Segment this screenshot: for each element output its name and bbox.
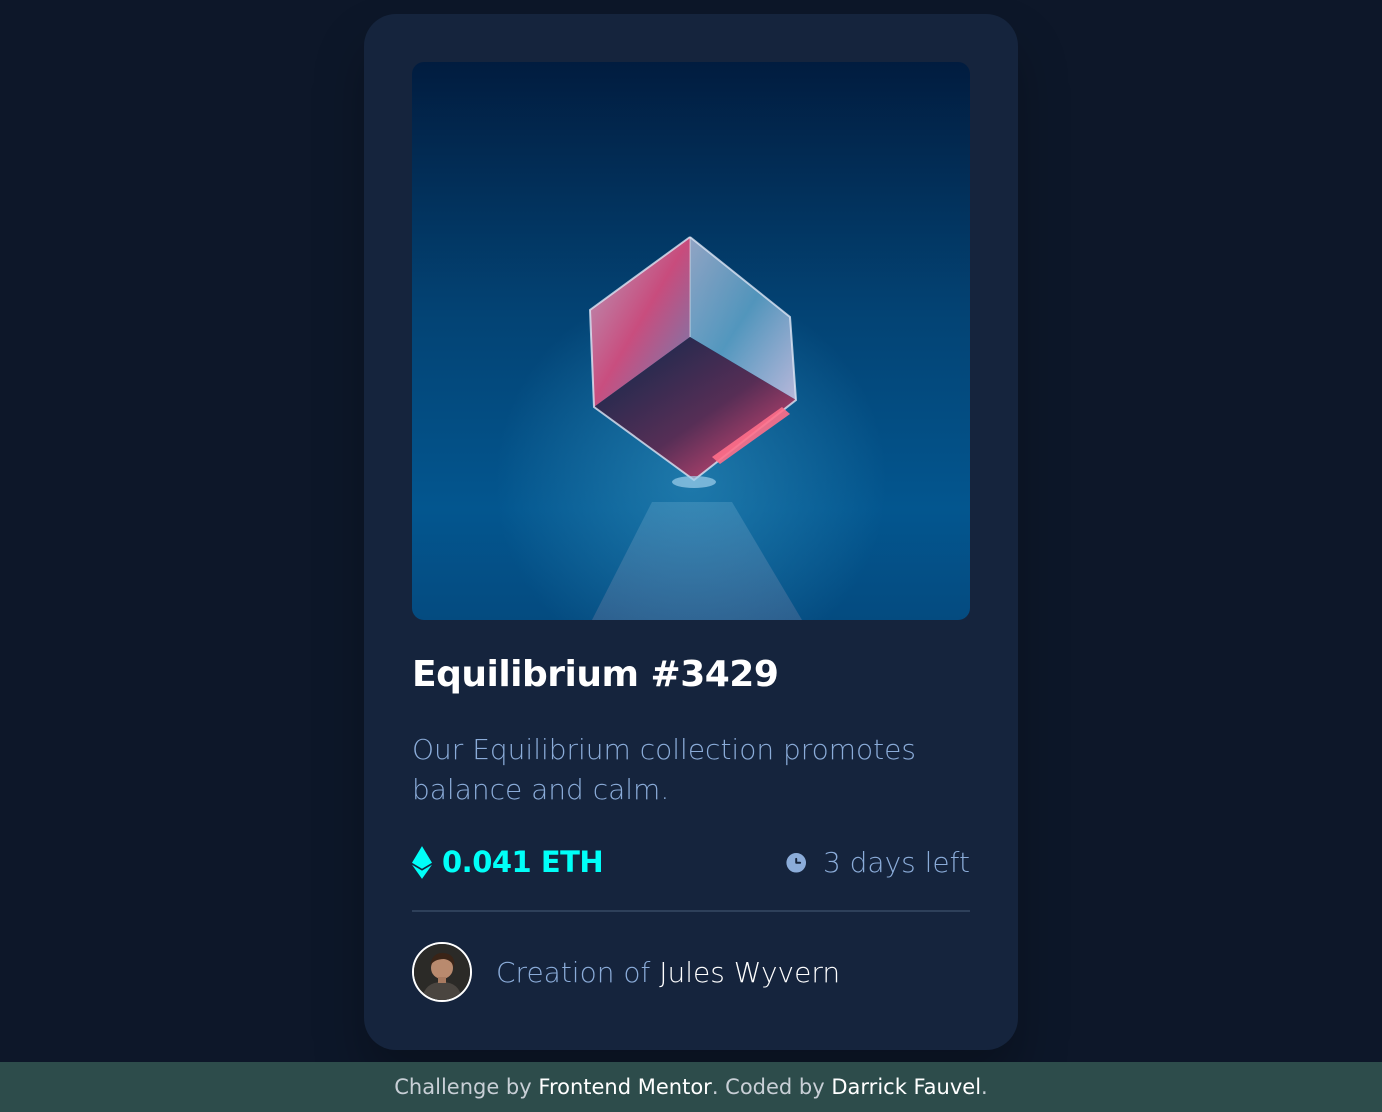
price-value: 0.041 ETH [442, 845, 604, 879]
stats-row: 0.041 ETH 3 days left [412, 840, 970, 884]
frontend-mentor-link[interactable]: Frontend Mentor [538, 1075, 711, 1099]
creator-text: Creation of Jules Wyvern [496, 956, 840, 989]
footer-text-3: . [981, 1075, 988, 1099]
equilibrium-cube-image [412, 62, 970, 620]
creator-row: Creation of Jules Wyvern [412, 942, 840, 1002]
footer-text-1: Challenge by [394, 1075, 532, 1099]
clock-icon [784, 850, 809, 875]
footer-text-2: . Coded by [711, 1075, 825, 1099]
creator-name-link[interactable]: Jules Wyvern [659, 956, 840, 989]
attribution-footer: Challenge by Frontend Mentor. Coded by D… [0, 1062, 1382, 1112]
divider [412, 910, 970, 912]
author-link[interactable]: Darrick Fauvel [831, 1075, 981, 1099]
time-left-value: 3 days left [822, 845, 970, 879]
card-title[interactable]: Equilibrium #3429 [412, 654, 779, 695]
nft-image[interactable] [412, 62, 970, 620]
avatar [412, 942, 472, 1002]
nft-card: Equilibrium #3429 Our Equilibrium collec… [364, 14, 1018, 1050]
price: 0.041 ETH [412, 845, 604, 879]
time-left: 3 days left [784, 846, 970, 879]
ethereum-icon [412, 845, 432, 879]
creation-prefix: Creation of [496, 955, 651, 989]
card-description: Our Equilibrium collection promotes bala… [412, 733, 916, 806]
